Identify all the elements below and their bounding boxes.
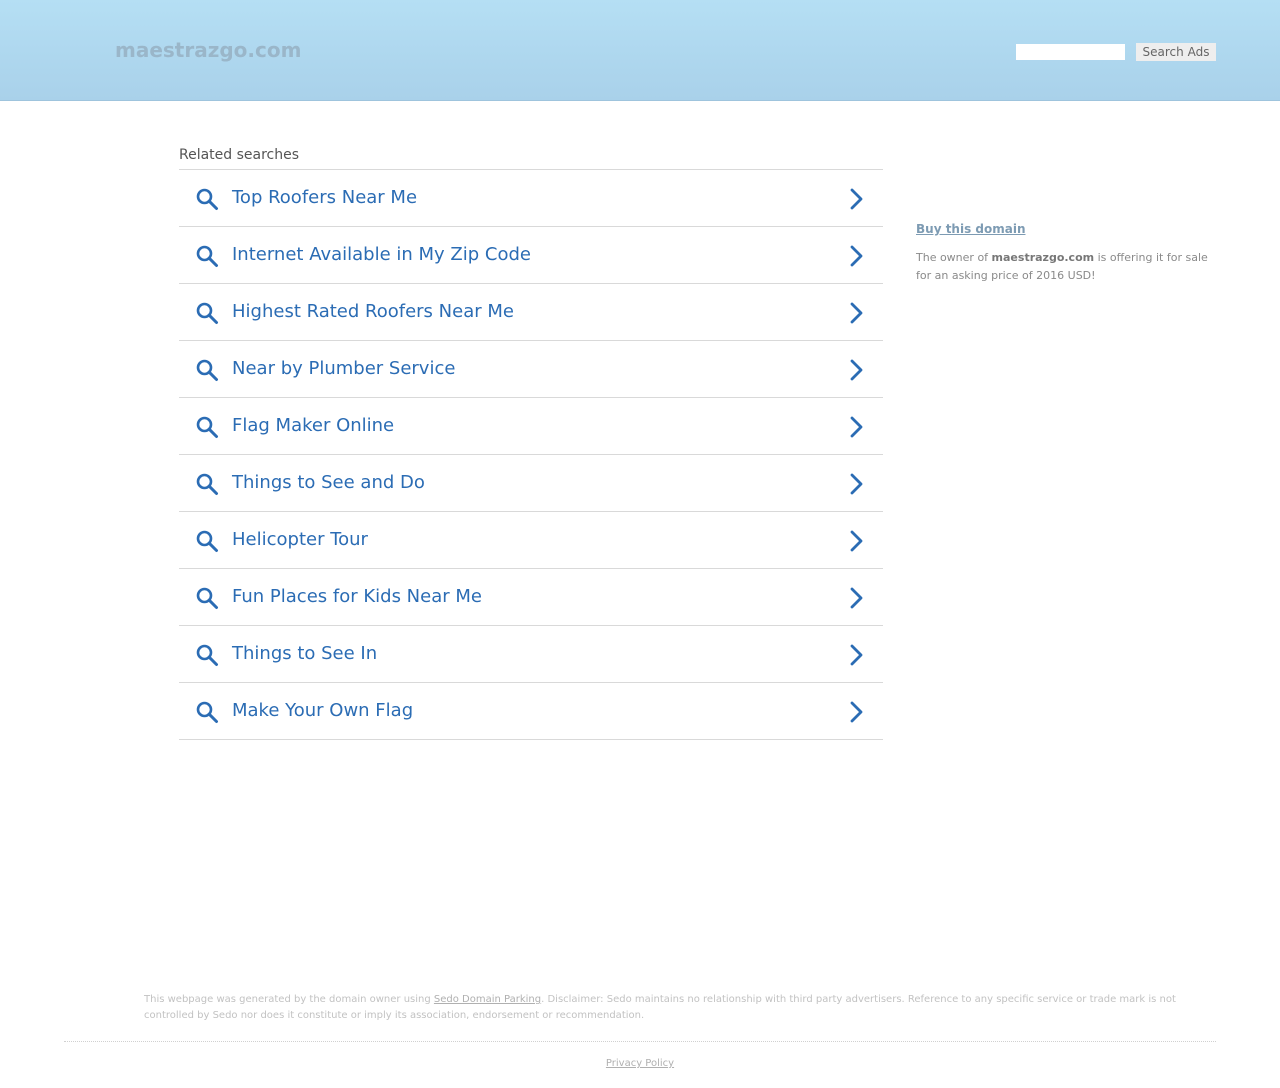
related-searches: Related searches Top Roofers Near Me Int…: [179, 146, 883, 740]
chevron-right-icon: [850, 644, 863, 666]
disclaimer-prefix: This webpage was generated by the domain…: [144, 994, 434, 1005]
chevron-right-icon: [850, 188, 863, 210]
related-search-item-3[interactable]: Highest Rated Roofers Near Me: [179, 284, 883, 341]
related-search-label: Top Roofers Near Me: [232, 187, 418, 208]
search-icon: [196, 587, 218, 609]
related-search-item-7[interactable]: Helicopter Tour: [179, 512, 883, 569]
search-icon: [196, 473, 218, 495]
search-input[interactable]: [1016, 44, 1125, 60]
related-search-label: Near by Plumber Service: [232, 358, 456, 379]
related-search-item-1[interactable]: Top Roofers Near Me: [179, 170, 883, 227]
search-icon: [196, 302, 218, 324]
chevron-right-icon: [850, 530, 863, 552]
related-search-label: Things to See and Do: [232, 472, 425, 493]
site-logo[interactable]: maestrazgo.com: [115, 38, 301, 62]
search-icon: [196, 644, 218, 666]
privacy-footer: Privacy Policy: [0, 1057, 1280, 1071]
sale-text: The owner of maestrazgo.com is offering …: [916, 249, 1216, 285]
chevron-right-icon: [850, 587, 863, 609]
search-icon: [196, 416, 218, 438]
related-searches-title: Related searches: [179, 146, 883, 170]
chevron-right-icon: [850, 473, 863, 495]
related-search-label: Things to See In: [232, 643, 378, 664]
search-icon: [196, 701, 218, 723]
related-search-item-10[interactable]: Make Your Own Flag: [179, 683, 883, 740]
related-search-item-8[interactable]: Fun Places for Kids Near Me: [179, 569, 883, 626]
chevron-right-icon: [850, 245, 863, 267]
chevron-right-icon: [850, 416, 863, 438]
search-icon: [196, 245, 218, 267]
sale-prefix: The owner of: [916, 251, 992, 264]
privacy-policy-link[interactable]: Privacy Policy: [606, 1058, 674, 1069]
header-banner: maestrazgo.com Search Ads: [0, 0, 1280, 101]
sale-domain: maestrazgo.com: [991, 251, 1095, 264]
search-icon: [196, 530, 218, 552]
sedo-parking-link[interactable]: Sedo Domain Parking: [434, 994, 541, 1005]
related-search-label: Helicopter Tour: [232, 529, 368, 550]
chevron-right-icon: [850, 302, 863, 324]
search-icon: [196, 188, 218, 210]
related-search-label: Flag Maker Online: [232, 415, 395, 436]
related-search-label: Internet Available in My Zip Code: [232, 244, 531, 265]
related-search-label: Make Your Own Flag: [232, 700, 414, 721]
related-search-label: Fun Places for Kids Near Me: [232, 586, 482, 607]
related-search-item-9[interactable]: Things to See In: [179, 626, 883, 683]
footer-divider: [64, 1041, 1216, 1042]
buy-domain-link[interactable]: Buy this domain: [916, 221, 1026, 237]
search-ads-button[interactable]: Search Ads: [1136, 43, 1216, 61]
chevron-right-icon: [850, 359, 863, 381]
related-search-item-5[interactable]: Flag Maker Online: [179, 398, 883, 455]
related-search-label: Highest Rated Roofers Near Me: [232, 301, 514, 322]
related-searches-list: Top Roofers Near Me Internet Available i…: [179, 170, 883, 740]
sidebar-buy-domain: Buy this domain The owner of maestrazgo.…: [916, 218, 1216, 285]
search-icon: [196, 359, 218, 381]
related-search-item-6[interactable]: Things to See and Do: [179, 455, 883, 512]
related-search-item-4[interactable]: Near by Plumber Service: [179, 341, 883, 398]
chevron-right-icon: [850, 701, 863, 723]
related-search-item-2[interactable]: Internet Available in My Zip Code: [179, 227, 883, 284]
disclaimer: This webpage was generated by the domain…: [144, 992, 1194, 1024]
